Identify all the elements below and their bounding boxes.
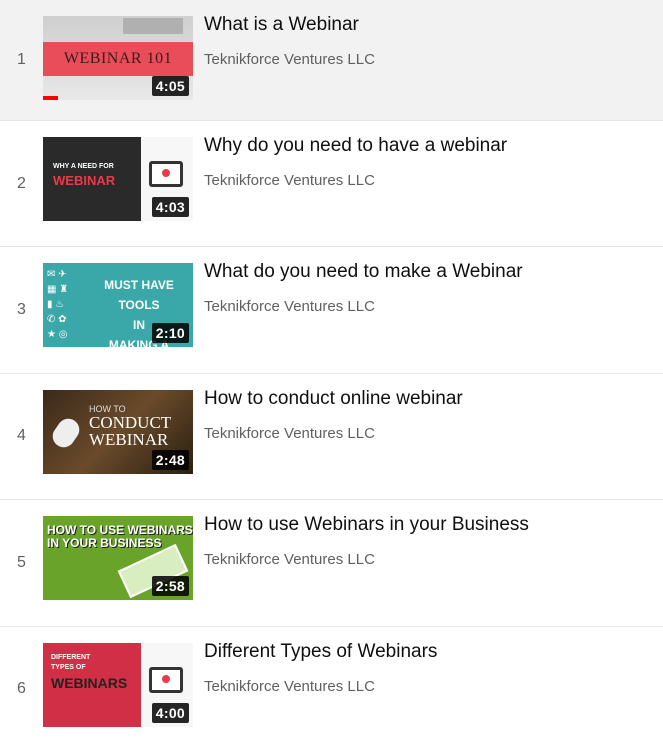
item-index: 3 <box>17 301 26 319</box>
thumbnail-text: IN YOUR BUSINESS <box>47 536 162 551</box>
channel-name[interactable]: Teknikforce Ventures LLC <box>204 551 375 568</box>
duration-badge: 2:48 <box>151 449 189 470</box>
item-index: 6 <box>17 680 26 698</box>
playlist-item[interactable]: 4 HOW TO CONDUCT WEBINAR 2:48 How to con… <box>0 372 663 499</box>
video-thumbnail[interactable]: WEBINAR 101 4:05 <box>43 16 193 100</box>
playlist-item[interactable]: 3 ✉ ✈ ▦ ♜ ▮ ♨ ✆ ✿ ★ ◎ MUST HAVE TOOLS IN MAK… <box>0 246 663 372</box>
thumbnail-keyboard-image <box>123 18 183 34</box>
video-title[interactable]: Different Types of Webinars <box>204 641 437 663</box>
video-title[interactable]: How to conduct online webinar <box>204 388 463 410</box>
video-thumbnail[interactable]: WHY A NEED FOR WEBINAR 4:03 <box>43 137 193 221</box>
thumbnail-text: WEBINAR <box>53 173 116 188</box>
duration-badge: 4:05 <box>151 76 189 96</box>
monitor-icon <box>149 666 183 693</box>
duration-badge: 2:58 <box>151 576 189 597</box>
item-index: 4 <box>17 427 26 445</box>
video-title[interactable]: How to use Webinars in your Business <box>204 514 529 536</box>
item-index: 2 <box>17 174 26 192</box>
thumbnail-text: WHY A NEED FOR <box>53 163 114 170</box>
playlist-item[interactable]: 2 WHY A NEED FOR WEBINAR 4:03 Why do you… <box>0 120 663 246</box>
thumbnail-text: WEBINAR <box>89 429 169 449</box>
playlist-item[interactable]: 5 HOW TO USE WEBINARS IN YOUR BUSINESS 2… <box>0 499 663 625</box>
channel-name[interactable]: Teknikforce Ventures LLC <box>204 425 375 442</box>
video-title[interactable]: What is a Webinar <box>204 14 359 36</box>
channel-name[interactable]: Teknikforce Ventures LLC <box>204 51 375 68</box>
monitor-icon <box>149 161 183 187</box>
duration-badge: 4:03 <box>151 197 189 217</box>
channel-name[interactable]: Teknikforce Ventures LLC <box>204 298 375 315</box>
playlist: 1 WEBINAR 101 4:05 What is a Webinar Tek… <box>0 0 663 752</box>
watched-progress-bar <box>43 96 58 100</box>
video-title[interactable]: What do you need to make a Webinar <box>204 261 523 283</box>
duration-badge: 4:00 <box>151 702 189 723</box>
item-index: 1 <box>17 51 26 68</box>
thumbnail-text-block: HOW TO USE WEBINARS IN YOUR BUSINESS <box>47 524 193 550</box>
thumbnail-text: TYPES OF <box>51 663 86 671</box>
playlist-item[interactable]: 1 WEBINAR 101 4:05 What is a Webinar Tek… <box>0 0 663 120</box>
mouse-icon <box>48 414 84 452</box>
thumbnail-text: WEBINAR 101 <box>63 50 173 67</box>
video-thumbnail[interactable]: DIFFERENT TYPES OF WEBINARS 4:00 <box>43 642 193 727</box>
channel-name[interactable]: Teknikforce Ventures LLC <box>204 678 375 695</box>
video-title[interactable]: Why do you need to have a webinar <box>204 135 507 157</box>
channel-name[interactable]: Teknikforce Ventures LLC <box>204 172 375 189</box>
thumbnail-text: WEBINARS <box>51 674 128 691</box>
duration-badge: 2:10 <box>151 323 189 344</box>
thumbnail-text: DIFFERENT <box>51 653 91 661</box>
video-thumbnail[interactable]: ✉ ✈ ▦ ♜ ▮ ♨ ✆ ✿ ★ ◎ MUST HAVE TOOLS IN MAKIN… <box>43 263 193 348</box>
video-thumbnail[interactable]: HOW TO USE WEBINARS IN YOUR BUSINESS 2:5… <box>43 516 193 601</box>
thumbnail-text: CONDUCT <box>89 412 172 432</box>
playlist-item[interactable]: 6 DIFFERENT TYPES OF WEBINARS 4:00 Diffe… <box>0 625 663 752</box>
thumbnail-text: MUST HAVE TOOLS <box>104 278 174 313</box>
item-index: 5 <box>17 553 26 571</box>
thumbnail-text-block: DIFFERENT TYPES OF <box>51 653 90 673</box>
video-thumbnail[interactable]: HOW TO CONDUCT WEBINAR 2:48 <box>43 389 193 474</box>
tools-icon-grid: ✉ ✈ ▦ ♜ ▮ ♨ ✆ ✿ ★ ◎ <box>47 269 69 341</box>
thumbnail-text-block: CONDUCT WEBINAR <box>89 414 171 448</box>
